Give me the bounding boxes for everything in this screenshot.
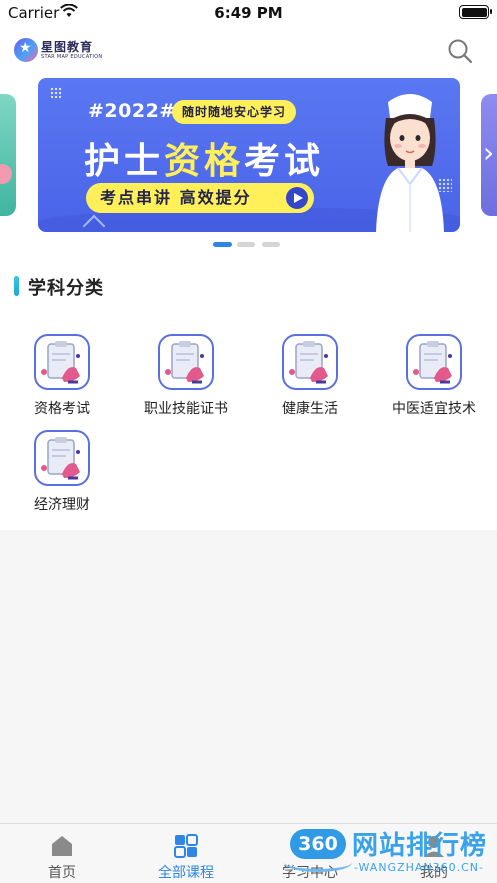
category-item[interactable]: 资格考试 xyxy=(0,314,124,417)
watermark: 360 网站排行榜 -WANGZHAN360.CN- xyxy=(284,827,497,883)
pager-dot[interactable] xyxy=(237,242,255,247)
brand-subtitle: STAR MAP EDUCATION xyxy=(41,54,103,60)
banner-title-highlight: 资格 xyxy=(164,141,245,182)
watermark-badge: 360 xyxy=(284,829,352,872)
banner-title: 护士资格考试 xyxy=(84,132,324,184)
banner-slide[interactable]: #2022# 随时随地安心学习 护士资格考试 考点串讲 高效提分 xyxy=(38,78,460,232)
nurse-illustration xyxy=(376,94,444,232)
home-icon xyxy=(52,836,72,856)
battery-icon xyxy=(459,5,492,19)
clipboard-icon xyxy=(282,334,338,390)
category-item[interactable]: 职业技能证书 xyxy=(124,314,248,417)
clipboard-icon xyxy=(34,334,90,390)
banner-slogan: 随时随地安心学习 xyxy=(172,100,297,124)
category-item[interactable]: 经济理财 xyxy=(0,410,124,513)
category-label: 职业技能证书 xyxy=(144,401,228,417)
clock: 6:49 PM xyxy=(214,4,283,22)
section-title: 学科分类 xyxy=(28,278,104,299)
watermark-title: 网站排行榜 xyxy=(352,831,488,861)
watermark-url: -WANGZHAN360.CN- xyxy=(354,861,485,874)
top-bar: 星图教育 STAR MAP EDUCATION xyxy=(0,26,497,74)
search-icon[interactable] xyxy=(447,38,473,64)
grid-icon xyxy=(174,834,198,858)
pager-dot[interactable] xyxy=(262,242,280,247)
section-header: 学科分类 xyxy=(0,260,497,314)
tab-all-courses[interactable]: 全部课程 xyxy=(124,824,248,883)
banner-subtitle: 考点串讲 高效提分 xyxy=(86,183,314,213)
banner-year-tag: #2022# xyxy=(88,100,176,122)
banner-next-peek[interactable] xyxy=(481,94,497,216)
clipboard-icon xyxy=(158,334,214,390)
status-bar: Carrier 6:49 PM xyxy=(0,0,497,26)
banner-carousel[interactable]: #2022# 随时随地安心学习 护士资格考试 考点串讲 高效提分 xyxy=(0,74,497,260)
category-item[interactable]: 健康生活 xyxy=(248,314,372,417)
star-logo-icon xyxy=(14,38,38,62)
tab-label: 全部课程 xyxy=(158,865,214,881)
banner-prev-peek[interactable] xyxy=(0,94,16,216)
clipboard-icon xyxy=(34,430,90,486)
category-label: 健康生活 xyxy=(282,401,338,417)
category-grid: 资格考试 职业技能证书 健康生活 中医适宜技术 经济理财 xyxy=(0,314,497,530)
dots-decoration xyxy=(50,87,62,99)
brand-name: 星图教育 xyxy=(41,40,94,54)
carousel-pager xyxy=(0,242,497,248)
section-accent-bar xyxy=(14,276,19,296)
tab-label: 首页 xyxy=(48,865,76,881)
pager-dot-active[interactable] xyxy=(213,242,232,247)
category-label: 经济理财 xyxy=(34,497,90,513)
category-label: 中医适宜技术 xyxy=(392,401,476,417)
category-item[interactable]: 中医适宜技术 xyxy=(372,314,496,417)
tab-home[interactable]: 首页 xyxy=(0,824,124,883)
play-icon[interactable] xyxy=(286,187,308,209)
banner-title-part1: 护士 xyxy=(84,141,165,182)
clipboard-icon xyxy=(406,334,462,390)
banner-title-part2: 考试 xyxy=(244,141,325,182)
